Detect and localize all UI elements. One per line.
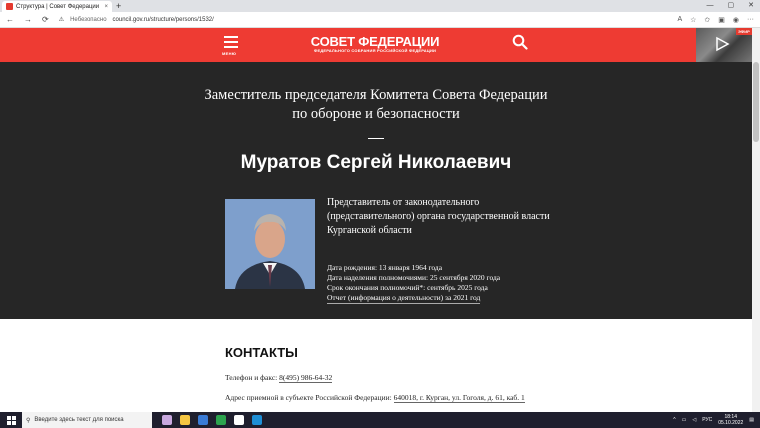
url-text: council.gov.ru/structure/persons/1532/ bbox=[112, 16, 214, 23]
site-logo-title[interactable]: СОВЕТ ФЕДЕРАЦИИ bbox=[300, 34, 450, 49]
profile-icon[interactable]: ◉ bbox=[733, 16, 739, 24]
warning-icon: ⚠ bbox=[58, 17, 65, 23]
site-favicon-icon bbox=[6, 3, 13, 10]
browser-toolbar: A ☆ ✩ ▣ ◉ ··· bbox=[677, 16, 754, 24]
tab-title: Структура | Совет Федерации bbox=[16, 3, 100, 10]
more-menu-icon[interactable]: ··· bbox=[747, 16, 754, 24]
taskbar-search-placeholder: Введите здесь текст для поиска bbox=[34, 417, 124, 423]
taskbar-pinned-apps bbox=[162, 415, 262, 425]
appointment-date: Дата наделения полномочиями: 25 сентября… bbox=[327, 273, 501, 282]
volume-icon[interactable]: ◁ bbox=[692, 417, 696, 423]
not-secure-label: Небезопасно bbox=[70, 16, 107, 23]
live-badge: ЭФИР bbox=[736, 28, 752, 35]
clock-date: 05.10.2022 bbox=[718, 420, 744, 426]
chrome-icon[interactable] bbox=[216, 415, 226, 425]
forward-button[interactable]: → bbox=[24, 15, 32, 24]
new-tab-button[interactable]: + bbox=[116, 0, 121, 12]
person-name: Муратов Сергей Николаевич bbox=[240, 152, 512, 173]
address-link[interactable]: 640018, г. Курган, ул. Гоголя, д. 61, ка… bbox=[393, 393, 525, 403]
birth-date: Дата рождения: 13 января 1964 года bbox=[327, 263, 443, 272]
play-icon[interactable] bbox=[714, 36, 730, 52]
favorite-star-icon[interactable]: ☆ bbox=[690, 16, 696, 24]
edge-icon[interactable] bbox=[252, 415, 262, 425]
start-button[interactable] bbox=[0, 412, 22, 428]
address-bar-row: ← → ⟳ ⚠ Небезопасно council.gov.ru/struc… bbox=[0, 12, 760, 28]
divider bbox=[368, 138, 384, 139]
windows-logo-icon bbox=[6, 415, 16, 425]
person-facts: Дата рождения: 13 января 1964 года Дата … bbox=[327, 263, 627, 304]
language-indicator[interactable]: РУС bbox=[702, 417, 712, 423]
url-field[interactable]: ⚠ Небезопасно council.gov.ru/structure/p… bbox=[58, 16, 668, 24]
contacts-heading: КОНТАКТЫ bbox=[225, 345, 298, 360]
task-view-icon[interactable] bbox=[162, 415, 172, 425]
minimize-button[interactable]: — bbox=[707, 0, 714, 12]
read-aloud-icon[interactable]: A bbox=[677, 16, 682, 24]
address-label: Адрес приемной в субъекте Российской Фед… bbox=[225, 393, 394, 402]
file-explorer-icon[interactable] bbox=[180, 415, 190, 425]
windows-taskbar: ⚲ Введите здесь текст для поиска ^ ▭ ◁ Р… bbox=[0, 412, 760, 428]
phone-link[interactable]: 8(495) 986-64-32 bbox=[279, 373, 333, 383]
phone-line: Телефон и факс: 8(495) 986-64-32 bbox=[225, 373, 333, 383]
network-icon[interactable]: ▭ bbox=[682, 417, 687, 423]
clock[interactable]: 18:14 05.10.2022 bbox=[718, 414, 743, 426]
back-button[interactable]: ← bbox=[6, 15, 14, 24]
mail-icon[interactable] bbox=[198, 415, 208, 425]
store-icon[interactable] bbox=[234, 415, 244, 425]
address-line: Адрес приемной в субъекте Российской Фед… bbox=[225, 393, 535, 403]
system-tray: ^ ▭ ◁ РУС 18:14 05.10.2022 ▤ bbox=[673, 414, 760, 426]
person-position: Заместитель председателя Комитета Совета… bbox=[204, 87, 548, 122]
favorites-icon[interactable]: ✩ bbox=[704, 16, 710, 24]
window-controls: — ▢ ✕ bbox=[707, 0, 755, 12]
close-window-button[interactable]: ✕ bbox=[748, 0, 754, 12]
reload-button[interactable]: ⟳ bbox=[42, 15, 49, 24]
search-icon[interactable] bbox=[512, 34, 528, 50]
maximize-button[interactable]: ▢ bbox=[728, 0, 735, 12]
tray-chevron-icon[interactable]: ^ bbox=[673, 417, 675, 423]
taskbar-search-box[interactable]: ⚲ Введите здесь текст для поиска bbox=[22, 412, 152, 428]
menu-label[interactable]: МЕНЮ bbox=[222, 51, 236, 56]
browser-tab[interactable]: Структура | Совет Федерации × bbox=[2, 1, 112, 12]
browser-tab-strip bbox=[0, 0, 760, 12]
collections-icon[interactable]: ▣ bbox=[718, 16, 725, 24]
site-logo-subtitle: ФЕДЕРАЛЬНОГО СОБРАНИЯ РОССИЙСКОЙ ФЕДЕРАЦ… bbox=[313, 48, 437, 53]
representative-info: Представитель от законодательного (предс… bbox=[327, 197, 550, 236]
taskbar-search-icon: ⚲ bbox=[26, 417, 31, 424]
tab-close-icon[interactable]: × bbox=[104, 4, 108, 10]
report-link[interactable]: Отчет (информация о деятельности) за 202… bbox=[327, 293, 481, 304]
phone-label: Телефон и факс: bbox=[225, 373, 280, 382]
scrollbar-thumb[interactable] bbox=[753, 62, 759, 142]
term-end: Срок окончания полномочий*: сентябрь 202… bbox=[327, 283, 488, 292]
notifications-icon[interactable]: ▤ bbox=[749, 417, 754, 423]
person-photo bbox=[225, 199, 315, 289]
menu-icon[interactable] bbox=[224, 36, 240, 51]
